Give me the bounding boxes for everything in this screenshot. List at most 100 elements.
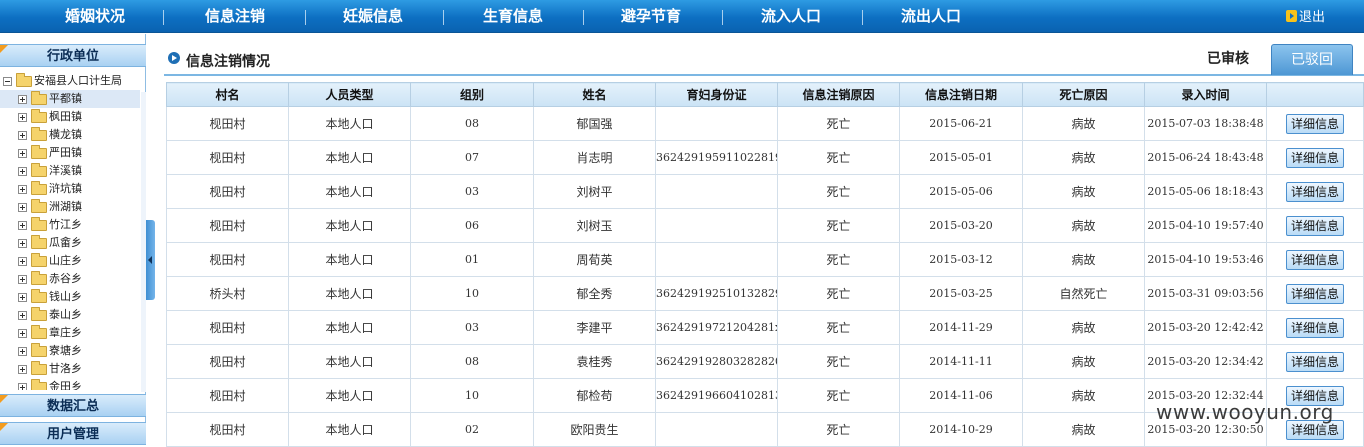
tree-item-town[interactable]: 金田乡: [0, 378, 140, 390]
cell-death-cause: 病故: [1022, 174, 1145, 209]
expand-icon[interactable]: [18, 365, 27, 374]
tab-reviewed[interactable]: 已审核: [1198, 44, 1258, 74]
cell-group: 08: [410, 344, 534, 379]
table-body: 枧田村 本地人口 08 郁国强 死亡 2015-06-21 病故 2015-07-03 18:…: [166, 106, 1364, 447]
table-row: 枧田村 本地人口 01 周荀英 死亡 2015-03-12 病故 2015-04-10 19:…: [166, 242, 1364, 277]
logout-button[interactable]: 退出: [1286, 9, 1325, 27]
cell-group: 06: [410, 208, 534, 243]
tree-item-town[interactable]: 浒坑镇: [0, 180, 140, 198]
tree-root[interactable]: 安福县人口计生局: [0, 72, 140, 90]
cell-death-cause: 自然死亡: [1022, 276, 1145, 311]
detail-button[interactable]: 详细信息: [1285, 249, 1344, 270]
table-header-row: 村名 人员类型 组别 姓名 育妇身份证 信息注销原因 信息注销日期 死亡原因 录…: [166, 82, 1364, 107]
cell-cancel-date: 2014-11-06: [899, 378, 1023, 413]
nav-outflow-population[interactable]: 流出人口: [886, 0, 976, 33]
tab-rejected[interactable]: 已驳回: [1271, 44, 1353, 75]
nav-separator: [443, 10, 444, 25]
tree-item-town[interactable]: 寮塘乡: [0, 342, 140, 360]
cell-entry-time: 2015-03-20 12:42:42: [1144, 310, 1267, 345]
tree-item-town[interactable]: 瓜畲乡: [0, 234, 140, 252]
nav-birth-info[interactable]: 生育信息: [468, 0, 558, 33]
cell-cancel-date: 2015-05-01: [899, 140, 1023, 175]
tree-item-town[interactable]: 钱山乡: [0, 288, 140, 306]
cell-name: 李建平: [533, 310, 656, 345]
expand-icon[interactable]: [18, 167, 27, 176]
section-header: 信息注销情况 已审核 已驳回: [164, 44, 1364, 76]
folder-icon: [31, 145, 47, 159]
sidebar-collapse-handle[interactable]: [146, 220, 155, 300]
cell-village: 枧田村: [166, 378, 289, 413]
tree-item-town[interactable]: 山庄乡: [0, 252, 140, 270]
tree-item-town[interactable]: 平都镇: [0, 90, 140, 108]
unit-panel-header[interactable]: 行政单位: [0, 44, 146, 67]
nav-pregnancy-info[interactable]: 妊娠信息: [328, 0, 418, 33]
expand-icon[interactable]: [18, 149, 27, 158]
expand-icon[interactable]: [18, 131, 27, 140]
cell-actions: 详细信息: [1266, 174, 1364, 209]
expand-icon[interactable]: [18, 203, 27, 212]
detail-button[interactable]: 详细信息: [1285, 215, 1344, 236]
cell-entry-time: 2015-03-31 09:03:56: [1144, 276, 1267, 311]
tree-item-label: 山庄乡: [49, 254, 82, 267]
tree-item-town[interactable]: 洲湖镇: [0, 198, 140, 216]
expand-icon[interactable]: [18, 293, 27, 302]
tree-item-town[interactable]: 赤谷乡: [0, 270, 140, 288]
cell-actions: 详细信息: [1266, 310, 1364, 345]
logout-label: 退出: [1299, 10, 1326, 25]
tree-item-town[interactable]: 严田镇: [0, 144, 140, 162]
table-row: 枧田村 本地人口 07 肖志明 362429195911022819 死亡 2015-05-…: [166, 140, 1364, 175]
cell-group: 03: [410, 174, 534, 209]
cell-village: 桥头村: [166, 276, 289, 311]
detail-button[interactable]: 详细信息: [1285, 283, 1344, 304]
cell-entry-time: 2015-03-20 12:34:42: [1144, 344, 1267, 379]
cell-village: 枧田村: [166, 140, 289, 175]
detail-button[interactable]: 详细信息: [1285, 317, 1344, 338]
tree-item-label: 竹江乡: [49, 218, 82, 231]
col-actions: [1266, 82, 1364, 107]
detail-button[interactable]: 详细信息: [1285, 351, 1344, 372]
tree-item-town[interactable]: 横龙镇: [0, 126, 140, 144]
nav-marriage-status[interactable]: 婚姻状况: [50, 0, 140, 33]
nav-contraception[interactable]: 避孕节育: [606, 0, 696, 33]
cell-id-number: 362429192510132829: [655, 276, 778, 311]
summary-panel-header[interactable]: 数据汇总: [0, 394, 146, 417]
tree-item-town[interactable]: 章庄乡: [0, 324, 140, 342]
tree-item-town[interactable]: 泰山乡: [0, 306, 140, 324]
expand-icon[interactable]: [18, 221, 27, 230]
cell-village: 枧田村: [166, 412, 289, 447]
tree-item-town[interactable]: 洋溪镇: [0, 162, 140, 180]
cell-cancel-reason: 死亡: [777, 276, 900, 311]
expand-icon[interactable]: [18, 239, 27, 248]
cell-cancel-reason: 死亡: [777, 208, 900, 243]
collapse-icon[interactable]: [3, 77, 12, 86]
expand-icon[interactable]: [18, 113, 27, 122]
cell-name: 欧阳贵生: [533, 412, 656, 447]
cell-cancel-reason: 死亡: [777, 310, 900, 345]
cell-cancel-reason: 死亡: [777, 106, 900, 141]
cancellation-table: 村名 人员类型 组别 姓名 育妇身份证 信息注销原因 信息注销日期 死亡原因 录…: [166, 82, 1364, 447]
expand-icon[interactable]: [18, 311, 27, 320]
expand-icon[interactable]: [18, 257, 27, 266]
folder-icon: [31, 163, 47, 177]
tree-item-label: 平都镇: [49, 92, 82, 105]
col-id-number: 育妇身份证: [655, 82, 778, 107]
nav-inflow-population[interactable]: 流入人口: [746, 0, 836, 33]
expand-icon[interactable]: [18, 329, 27, 338]
expand-icon[interactable]: [18, 347, 27, 356]
cell-death-cause: 病故: [1022, 378, 1145, 413]
nav-separator: [583, 10, 584, 25]
nav-info-cancellation[interactable]: 信息注销: [190, 0, 280, 33]
col-person-type: 人员类型: [288, 82, 411, 107]
tree-item-town[interactable]: 枫田镇: [0, 108, 140, 126]
expand-icon[interactable]: [18, 275, 27, 284]
watermark-text: www.wooyun.org: [1156, 400, 1334, 424]
tree-item-town[interactable]: 竹江乡: [0, 216, 140, 234]
expand-icon[interactable]: [18, 95, 27, 104]
tree-item-label: 浒坑镇: [49, 182, 82, 195]
detail-button[interactable]: 详细信息: [1285, 147, 1344, 168]
tree-item-town[interactable]: 甘洛乡: [0, 360, 140, 378]
expand-icon[interactable]: [18, 383, 27, 390]
detail-button[interactable]: 详细信息: [1285, 181, 1344, 202]
expand-icon[interactable]: [18, 185, 27, 194]
detail-button[interactable]: 详细信息: [1285, 113, 1344, 134]
